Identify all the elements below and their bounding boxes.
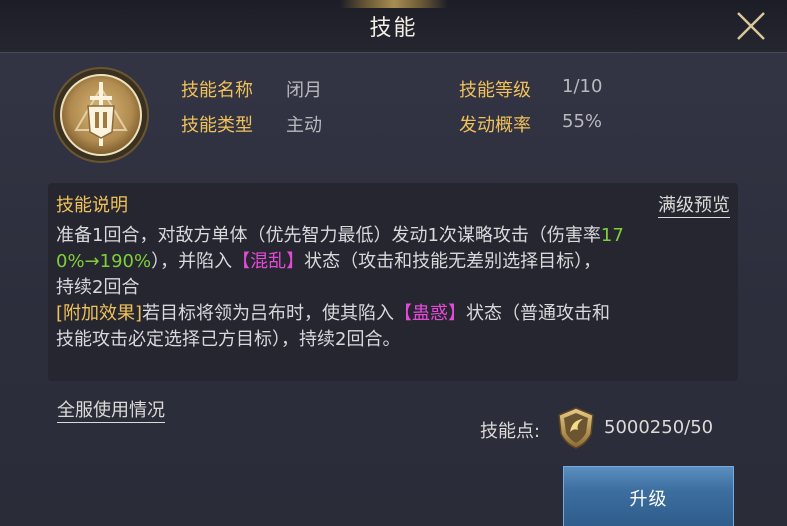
description-text-segment: 准备1回合，对敌方单体（优先智力最低）发动1次谋略攻击（伤害率: [56, 225, 601, 246]
skill-type-label: 技能类型: [181, 115, 253, 136]
header-ornament: [340, 0, 448, 8]
skill-level-label: 技能等级: [459, 80, 531, 101]
trigger-rate-label: 发动概率: [459, 115, 531, 136]
description-text-segment: 状态（普通攻击和: [466, 303, 611, 324]
description-line-5: 技能攻击必定选择己方目标），持续2回合。: [56, 329, 401, 350]
skill-description-panel: 技能说明 满级预览 准备1回合，对敌方单体（优先智力最低）发动1次谋略攻击（伤害…: [48, 183, 738, 381]
dialog-header: 技能: [0, 0, 787, 53]
description-line-2: 0%→190%），并陷入【混乱】状态（攻击和技能无差别选择目标），: [56, 249, 730, 275]
skill-level-value: 1/10: [562, 76, 603, 97]
description-text-segment: 若目标将领为吕布时，使其陷入: [142, 303, 395, 324]
skill-dialog: 技能 技能名称 闭月 技能类型 主动 技能等级 1/10 发动概率 55% 技能…: [0, 0, 787, 526]
description-line-3: 持续2回合: [56, 277, 140, 298]
damage-rate-highlight: 17: [600, 225, 624, 246]
close-icon[interactable]: [733, 8, 769, 44]
skill-name-label: 技能名称: [181, 80, 253, 101]
upgrade-button[interactable]: 升级: [563, 466, 734, 526]
skill-emblem-icon: [52, 66, 150, 164]
confusion-status-highlight: 【混乱】: [232, 251, 305, 272]
description-text-segment: ），并陷入: [151, 251, 233, 272]
description-line-1: 准备1回合，对敌方单体（优先智力最低）发动1次谋略攻击（伤害率17: [56, 223, 730, 249]
description-text-segment: 状态（攻击和技能无差别选择目标），: [304, 251, 602, 272]
description-text: 准备1回合，对敌方单体（优先智力最低）发动1次谋略攻击（伤害率17 0%→190…: [56, 223, 730, 353]
skill-points-value: 5000250/50: [604, 417, 714, 438]
extra-effect-tag: [附加效果]: [56, 303, 143, 324]
skill-type-value: 主动: [286, 115, 322, 136]
trigger-rate-value: 55%: [562, 111, 603, 132]
charm-status-highlight: 【蛊惑】: [394, 303, 467, 324]
skill-point-shield-icon: [556, 406, 596, 450]
server-usage-link[interactable]: 全服使用情况: [57, 396, 165, 423]
description-line-4: [附加效果]若目标将领为吕布时，使其陷入【蛊惑】状态（普通攻击和: [56, 301, 730, 327]
damage-rate-highlight: 0%→190%: [56, 251, 152, 272]
skill-name-value: 闭月: [286, 80, 322, 101]
description-title: 技能说明: [56, 195, 128, 216]
dialog-title: 技能: [369, 16, 418, 41]
skill-points-label: 技能点:: [480, 421, 541, 442]
max-level-preview-link[interactable]: 满级预览: [658, 191, 730, 218]
upgrade-button-label: 升级: [629, 489, 668, 510]
